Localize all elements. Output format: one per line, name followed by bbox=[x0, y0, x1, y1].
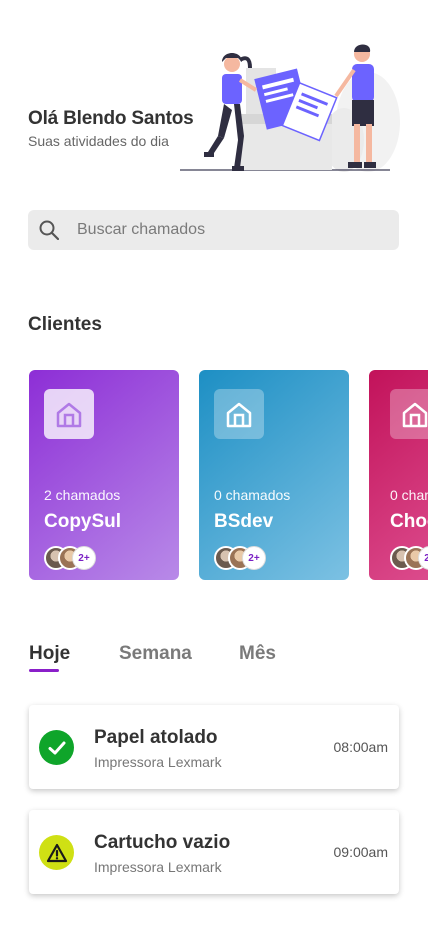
task-subtitle: Impressora Lexmark bbox=[94, 754, 222, 770]
search-input[interactable] bbox=[77, 221, 377, 239]
tab-label: Semana bbox=[119, 643, 192, 664]
client-card-copysul[interactable]: 2 chamados CopySul 2+ bbox=[29, 370, 179, 580]
task-card[interactable]: Cartucho vazio Impressora Lexmark 09:00a… bbox=[29, 810, 399, 894]
tab-mes[interactable]: Mês bbox=[239, 643, 276, 665]
task-card[interactable]: Papel atolado Impressora Lexmark 08:00am bbox=[29, 705, 399, 789]
search-icon[interactable] bbox=[38, 219, 60, 241]
task-title: Papel atolado bbox=[94, 727, 218, 748]
greeting-block: Olá Blendo Santos Suas atividades do dia bbox=[28, 108, 194, 149]
client-card-choc[interactable]: 0 chamados Choc 2+ bbox=[369, 370, 428, 580]
clients-carousel[interactable]: 2 chamados CopySul 2+ 0 chamados BSdev 2… bbox=[29, 370, 428, 580]
more-members-badge: 2+ bbox=[72, 546, 96, 570]
house-icon bbox=[390, 389, 428, 439]
client-ticket-count: 2 chamados bbox=[44, 487, 121, 503]
greeting-subtitle: Suas atividades do dia bbox=[28, 133, 169, 149]
house-icon bbox=[214, 389, 264, 439]
warning-icon bbox=[39, 835, 74, 870]
client-avatars: 2+ bbox=[390, 546, 428, 570]
search-bar[interactable] bbox=[28, 210, 399, 250]
task-time: 09:00am bbox=[333, 844, 388, 860]
tab-label: Hoje bbox=[29, 643, 71, 664]
client-name: Choc bbox=[390, 511, 428, 532]
client-name: CopySul bbox=[44, 511, 122, 532]
client-card-bsdev[interactable]: 0 chamados BSdev 2+ bbox=[199, 370, 349, 580]
people-with-documents-illustration bbox=[180, 44, 400, 172]
task-time: 08:00am bbox=[333, 739, 388, 755]
greeting-title: Olá Blendo Santos bbox=[28, 108, 194, 129]
tab-label: Mês bbox=[239, 643, 276, 664]
task-title: Cartucho vazio bbox=[94, 832, 231, 853]
client-ticket-count: 0 chamados bbox=[214, 487, 291, 503]
client-ticket-count: 0 chamados bbox=[390, 487, 428, 503]
check-circle-icon bbox=[39, 730, 74, 765]
tab-hoje[interactable]: Hoje bbox=[29, 643, 71, 672]
clients-section-title: Clientes bbox=[28, 314, 102, 335]
client-avatars: 2+ bbox=[214, 546, 266, 570]
house-icon bbox=[44, 389, 94, 439]
client-avatars: 2+ bbox=[44, 546, 96, 570]
client-name: BSdev bbox=[214, 511, 274, 532]
task-subtitle: Impressora Lexmark bbox=[94, 859, 222, 875]
more-members-badge: 2+ bbox=[242, 546, 266, 570]
active-tab-indicator bbox=[29, 669, 59, 672]
header: Olá Blendo Santos Suas atividades do dia bbox=[0, 0, 428, 190]
tab-semana[interactable]: Semana bbox=[119, 643, 192, 665]
